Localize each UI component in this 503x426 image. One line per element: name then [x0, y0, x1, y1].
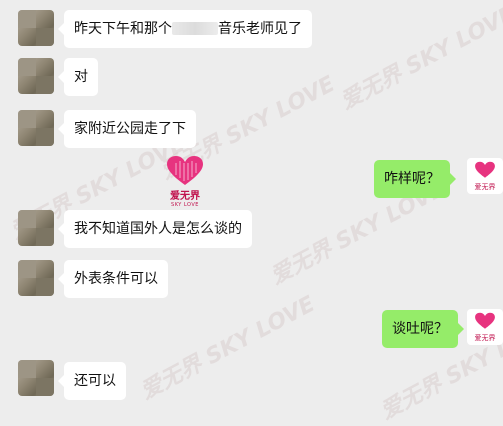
- heart-icon: [167, 156, 203, 185]
- message-text: 音乐老师见了: [218, 21, 302, 37]
- contact-avatar[interactable]: [18, 360, 54, 396]
- message-bubble[interactable]: 外表条件可以: [58, 260, 168, 298]
- brand-logo: 爱无界 SKY LOVE: [160, 155, 210, 208]
- message-bubble-self[interactable]: 咋样呢？: [374, 160, 456, 198]
- contact-avatar[interactable]: [18, 260, 54, 296]
- contact-avatar[interactable]: [18, 10, 54, 46]
- message-text: 外表条件可以: [74, 271, 158, 287]
- message-bubble[interactable]: 我不知道国外人是怎么谈的: [58, 210, 252, 248]
- message-bubble[interactable]: 昨天下午和那个 音乐老师见了: [58, 10, 312, 48]
- message-text: 我不知道国外人是怎么谈的: [74, 221, 242, 237]
- redacted-text: [172, 22, 218, 35]
- heart-icon: [475, 312, 495, 329]
- message-text: 昨天下午和那个: [74, 21, 172, 37]
- avatar-caption: 爱无界: [474, 334, 496, 342]
- message-bubble[interactable]: 对: [58, 58, 98, 96]
- message-text: 对: [74, 69, 88, 85]
- logo-title: 爱无界: [170, 191, 200, 202]
- self-avatar[interactable]: 爱无界: [467, 158, 503, 194]
- message-bubble[interactable]: 家附近公园走了下: [58, 110, 196, 148]
- logo-subtitle: SKY LOVE: [171, 202, 199, 208]
- contact-avatar[interactable]: [18, 58, 54, 94]
- heart-icon: [475, 161, 495, 178]
- message-bubble[interactable]: 还可以: [58, 362, 126, 400]
- message-text: 家附近公园走了下: [74, 121, 186, 137]
- self-avatar[interactable]: 爱无界: [467, 309, 503, 345]
- message-text: 还可以: [74, 373, 116, 389]
- message-bubble-self[interactable]: 谈吐呢？: [382, 310, 464, 348]
- contact-avatar[interactable]: [18, 210, 54, 246]
- contact-avatar[interactable]: [18, 110, 54, 146]
- watermark-text: 爱无界 SKY LOVE: [336, 1, 503, 115]
- message-text: 咋样呢？: [384, 171, 440, 187]
- message-text: 谈吐呢？: [392, 321, 448, 337]
- watermark-text: 爱无界 SKY LOVE: [136, 291, 320, 405]
- avatar-caption: 爱无界: [474, 183, 496, 191]
